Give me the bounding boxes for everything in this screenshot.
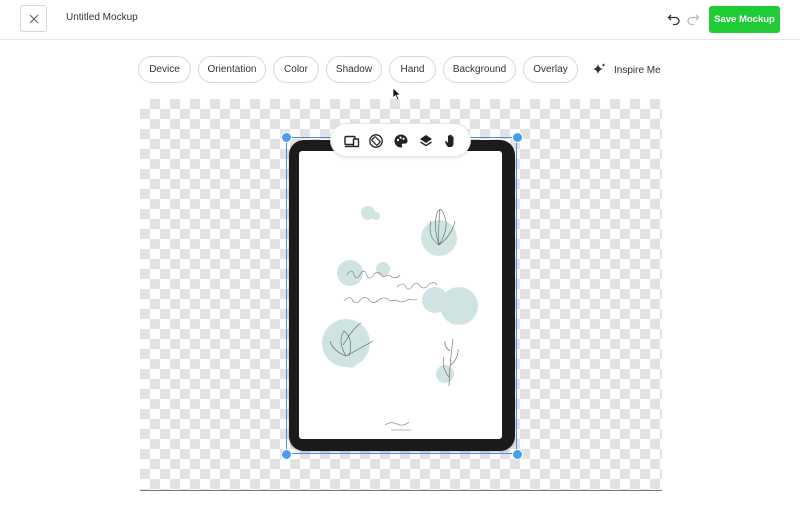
palette-icon[interactable] bbox=[393, 133, 409, 149]
device-option-button[interactable]: Device bbox=[138, 56, 191, 83]
rotate-icon[interactable] bbox=[368, 133, 384, 149]
background-option-button[interactable]: Background bbox=[443, 56, 516, 83]
top-bar: Untitled Mockup Save Mockup bbox=[0, 0, 800, 40]
hand-option-button[interactable]: Hand bbox=[389, 56, 436, 83]
inspire-me-button[interactable]: Inspire Me bbox=[591, 61, 661, 79]
overlay-option-button[interactable]: Overlay bbox=[523, 56, 578, 83]
color-option-button[interactable]: Color bbox=[273, 56, 319, 83]
inspire-me-label: Inspire Me bbox=[614, 64, 661, 76]
close-button[interactable] bbox=[20, 5, 47, 32]
close-icon bbox=[29, 14, 38, 23]
save-mockup-button[interactable]: Save Mockup bbox=[709, 6, 780, 33]
resize-handle-top-right[interactable] bbox=[512, 132, 523, 143]
resize-handle-bottom-right[interactable] bbox=[512, 449, 523, 460]
devices-icon[interactable] bbox=[344, 133, 360, 149]
resize-handle-bottom-left[interactable] bbox=[281, 449, 292, 460]
redo-icon[interactable] bbox=[686, 12, 700, 26]
undo-icon[interactable] bbox=[667, 12, 681, 26]
orientation-option-button[interactable]: Orientation bbox=[198, 56, 266, 83]
layers-icon[interactable] bbox=[418, 133, 434, 149]
resize-handle-top-left[interactable] bbox=[281, 132, 292, 143]
shadow-option-button[interactable]: Shadow bbox=[326, 56, 382, 83]
selection-box[interactable] bbox=[286, 137, 517, 454]
hand-icon[interactable] bbox=[443, 133, 459, 149]
floating-toolbar bbox=[330, 123, 471, 157]
sparkle-icon bbox=[593, 63, 606, 74]
page-title: Untitled Mockup bbox=[66, 12, 138, 23]
